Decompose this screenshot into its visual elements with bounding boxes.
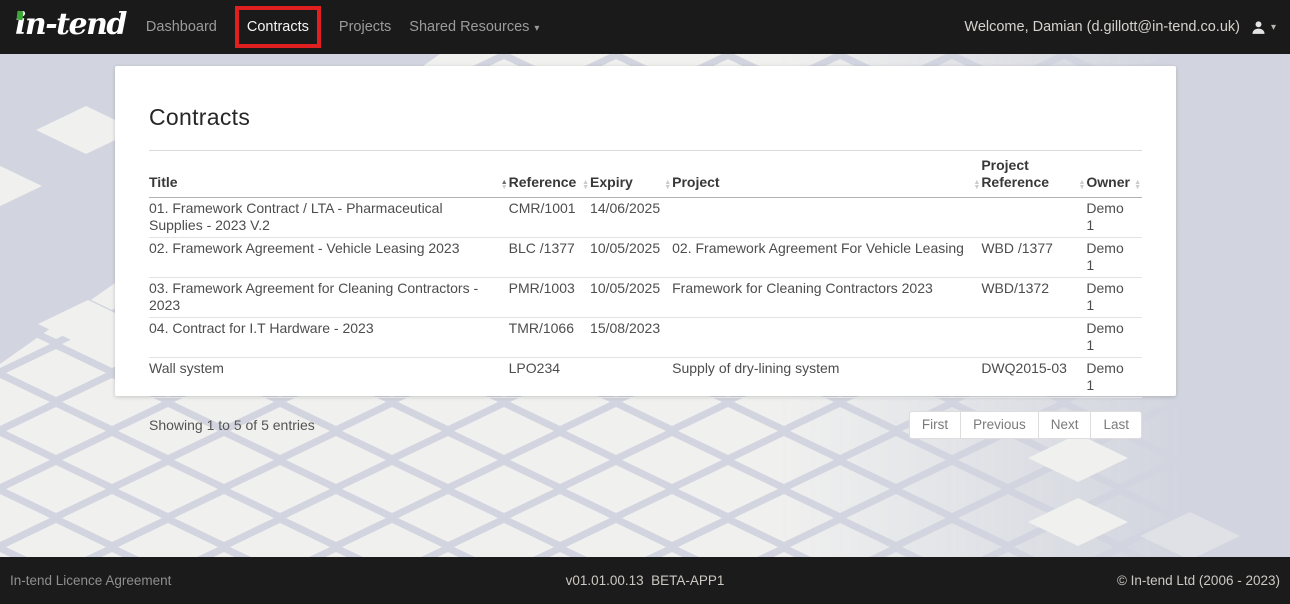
cell-project-reference xyxy=(981,198,1086,238)
table-row[interactable]: Wall system LPO234 Supply of dry-lining … xyxy=(149,358,1142,398)
column-header-label: Reference xyxy=(509,174,577,190)
user-menu[interactable]: Welcome, Damian (d.gillott@in-tend.co.uk… xyxy=(964,19,1276,36)
cell-project-reference: WBD /1377 xyxy=(981,238,1086,278)
navbar: in-tend Dashboard Contracts Projects Sha… xyxy=(0,0,1290,54)
column-header-label: Owner xyxy=(1086,174,1130,190)
logo-green-dot-icon xyxy=(17,11,24,21)
column-header-label: Title xyxy=(149,174,178,190)
annotation-highlight-box: Contracts xyxy=(235,6,321,48)
table-row[interactable]: 01. Framework Contract / LTA - Pharmaceu… xyxy=(149,198,1142,238)
cell-expiry: 14/06/2025 xyxy=(590,198,672,238)
cell-title: 02. Framework Agreement - Vehicle Leasin… xyxy=(149,238,509,278)
next-page-button[interactable]: Next xyxy=(1038,411,1092,439)
version-text: v01.01.00.13 BETA-APP1 xyxy=(566,573,725,588)
table-row[interactable]: 02. Framework Agreement - Vehicle Leasin… xyxy=(149,238,1142,278)
cell-reference: TMR/1066 xyxy=(509,318,590,358)
cell-expiry: 10/05/2025 xyxy=(590,238,672,278)
cell-reference: CMR/1001 xyxy=(509,198,590,238)
cell-owner: Demo 1 xyxy=(1086,358,1142,398)
welcome-text: Welcome, Damian (d.gillott@in-tend.co.uk… xyxy=(964,19,1240,35)
table-footer: Showing 1 to 5 of 5 entries First Previo… xyxy=(149,411,1142,439)
table-header-row: Title Reference Expiry Project xyxy=(149,151,1142,198)
contracts-card: Contracts Title Reference xyxy=(115,66,1176,396)
last-page-button[interactable]: Last xyxy=(1090,411,1142,439)
user-icon xyxy=(1250,19,1267,36)
cell-owner: Demo 1 xyxy=(1086,278,1142,318)
cell-reference: PMR/1003 xyxy=(509,278,590,318)
sort-icons xyxy=(973,180,980,190)
entries-info: Showing 1 to 5 of 5 entries xyxy=(149,417,315,433)
cell-project: Supply of dry-lining system xyxy=(672,358,981,398)
cell-expiry: 10/05/2025 xyxy=(590,278,672,318)
column-header-label: Project Reference xyxy=(981,157,1049,190)
cell-title: 01. Framework Contract / LTA - Pharmaceu… xyxy=(149,198,509,238)
footer: In-tend Licence Agreement v01.01.00.13 B… xyxy=(0,557,1290,604)
cell-title: 03. Framework Agreement for Cleaning Con… xyxy=(149,278,509,318)
column-header[interactable]: Project xyxy=(672,151,981,198)
app-logo[interactable]: in-tend xyxy=(13,8,130,46)
table-body: 01. Framework Contract / LTA - Pharmaceu… xyxy=(149,198,1142,398)
column-header[interactable]: Reference xyxy=(509,151,590,198)
sort-icons xyxy=(582,180,589,190)
cell-project-reference xyxy=(981,318,1086,358)
copyright-text: © In-tend Ltd (2006 - 2023) xyxy=(1117,573,1280,588)
cell-owner: Demo 1 xyxy=(1086,318,1142,358)
page-title: Contracts xyxy=(149,104,1142,131)
column-header[interactable]: Project Reference xyxy=(981,151,1086,198)
app-logo-text: in-tend xyxy=(15,7,126,42)
cell-project-reference: DWQ2015-03 xyxy=(981,358,1086,398)
contracts-table: Title Reference Expiry Project xyxy=(149,150,1142,398)
cell-expiry xyxy=(590,358,672,398)
column-header[interactable]: Expiry xyxy=(590,151,672,198)
column-header-label: Expiry xyxy=(590,174,633,190)
sort-icons xyxy=(1078,180,1085,190)
cell-title: 04. Contract for I.T Hardware - 2023 xyxy=(149,318,509,358)
nav-item-shared-resources[interactable]: Shared Resources ▾ xyxy=(409,19,539,35)
nav-item-shared-resources-label: Shared Resources xyxy=(409,19,529,35)
chevron-down-icon: ▾ xyxy=(534,23,539,34)
chevron-down-icon: ▾ xyxy=(1271,22,1276,33)
first-page-button[interactable]: First xyxy=(909,411,961,439)
cell-reference: LPO234 xyxy=(509,358,590,398)
cell-expiry: 15/08/2023 xyxy=(590,318,672,358)
column-header[interactable]: Title xyxy=(149,151,509,198)
cell-reference: BLC /1377 xyxy=(509,238,590,278)
table-row[interactable]: 04. Contract for I.T Hardware - 2023 TMR… xyxy=(149,318,1142,358)
column-header-label: Project xyxy=(672,174,719,190)
sort-icons xyxy=(664,180,671,190)
cell-title: Wall system xyxy=(149,358,509,398)
cell-owner: Demo 1 xyxy=(1086,198,1142,238)
cell-project: 02. Framework Agreement For Vehicle Leas… xyxy=(672,238,981,278)
sort-icons xyxy=(1134,180,1141,190)
pagination: First Previous Next Last xyxy=(909,411,1142,439)
nav-item-dashboard[interactable]: Dashboard xyxy=(146,19,217,35)
main-nav: Dashboard Contracts Projects Shared Reso… xyxy=(146,6,558,48)
cell-project: Framework for Cleaning Contractors 2023 xyxy=(672,278,981,318)
licence-agreement-link[interactable]: In-tend Licence Agreement xyxy=(10,573,171,588)
cell-owner: Demo 1 xyxy=(1086,238,1142,278)
nav-item-contracts[interactable]: Contracts xyxy=(247,19,309,35)
column-header[interactable]: Owner xyxy=(1086,151,1142,198)
cell-project xyxy=(672,198,981,238)
nav-item-projects[interactable]: Projects xyxy=(339,19,391,35)
sort-icons xyxy=(501,180,508,190)
cell-project-reference: WBD/1372 xyxy=(981,278,1086,318)
table-row[interactable]: 03. Framework Agreement for Cleaning Con… xyxy=(149,278,1142,318)
previous-page-button[interactable]: Previous xyxy=(960,411,1039,439)
cell-project xyxy=(672,318,981,358)
